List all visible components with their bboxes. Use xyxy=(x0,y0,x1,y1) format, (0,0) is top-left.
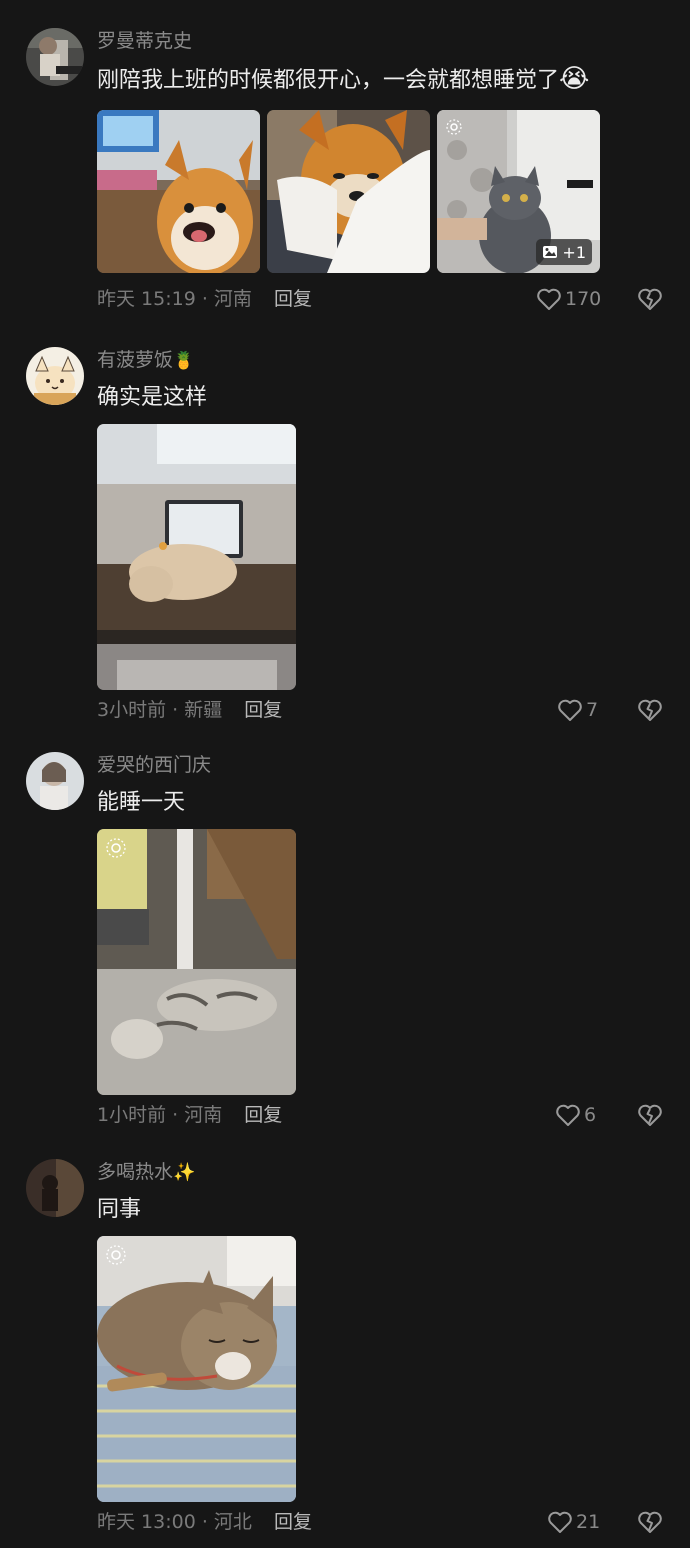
username[interactable]: 爱哭的西门庆 xyxy=(97,752,211,778)
comment-location: 河南 xyxy=(184,1104,223,1126)
avatar[interactable] xyxy=(26,1159,84,1217)
more-images-badge: +1 xyxy=(536,239,592,265)
broken-heart-icon xyxy=(638,1104,662,1126)
comment-image[interactable] xyxy=(97,110,260,273)
comment-meta: 昨天 13:00 · 河北 回复 xyxy=(97,1511,312,1533)
comment-image[interactable] xyxy=(97,1236,296,1502)
crying-face-emoji: 😭 xyxy=(559,64,590,94)
reply-button[interactable]: 回复 xyxy=(244,699,282,721)
dislike-button[interactable] xyxy=(637,698,663,726)
live-photo-icon xyxy=(446,119,462,135)
comment-text: 能睡一天 xyxy=(97,790,186,815)
heart-outline-icon xyxy=(558,699,582,721)
heart-outline-icon xyxy=(548,1511,572,1533)
reply-button[interactable]: 回复 xyxy=(274,1511,312,1533)
comment-image[interactable] xyxy=(267,110,430,273)
broken-heart-icon xyxy=(638,288,662,310)
broken-heart-icon xyxy=(638,699,662,721)
pineapple-emoji: 🍍 xyxy=(173,351,195,371)
avatar[interactable] xyxy=(26,347,84,405)
comment-image[interactable] xyxy=(97,829,296,1095)
like-count: 7 xyxy=(586,699,599,721)
comment-image[interactable]: +1 xyxy=(437,110,600,273)
username[interactable]: 有菠萝饭🍍 xyxy=(97,347,194,374)
comment-location: 河南 xyxy=(213,288,252,310)
comment-location: 新疆 xyxy=(184,699,223,721)
live-photo-icon xyxy=(106,838,126,858)
comment-time: 昨天 13:00 xyxy=(97,1511,196,1533)
comment-meta: 昨天 15:19 · 河南 回复 xyxy=(97,288,312,310)
like-button[interactable]: 21 xyxy=(547,1509,600,1535)
image-stack-icon xyxy=(543,246,558,258)
comment-image[interactable] xyxy=(97,424,296,690)
reply-button[interactable]: 回复 xyxy=(274,288,312,310)
like-button[interactable]: 170 xyxy=(536,286,601,312)
dislike-button[interactable] xyxy=(637,1103,663,1131)
heart-outline-icon xyxy=(556,1104,580,1126)
comment-time: 昨天 15:19 xyxy=(97,288,196,310)
comment-text: 同事 xyxy=(97,1197,142,1222)
sparkles-emoji: ✨ xyxy=(173,1162,196,1183)
broken-heart-icon xyxy=(638,1511,662,1533)
like-button[interactable]: 7 xyxy=(557,697,598,723)
username[interactable]: 罗曼蒂克史 xyxy=(97,28,192,54)
like-button[interactable]: 6 xyxy=(555,1102,596,1128)
like-count: 21 xyxy=(576,1511,601,1533)
reply-button[interactable]: 回复 xyxy=(244,1104,282,1126)
like-count: 6 xyxy=(584,1104,597,1126)
dislike-button[interactable] xyxy=(637,287,663,315)
avatar[interactable] xyxy=(26,28,84,86)
comment-time: 1小时前 xyxy=(97,1104,167,1126)
comment-meta: 3小时前 · 新疆 回复 xyxy=(97,699,283,721)
comment-location: 河北 xyxy=(213,1511,252,1533)
comment-text: 刚陪我上班的时候都很开心，一会就都想睡觉了😭 xyxy=(97,64,590,94)
comment-text: 确实是这样 xyxy=(97,385,208,410)
username[interactable]: 多喝热水✨ xyxy=(97,1159,195,1186)
live-photo-icon xyxy=(106,1245,126,1265)
comment-meta: 1小时前 · 河南 回复 xyxy=(97,1104,283,1126)
like-count: 170 xyxy=(565,288,602,310)
dislike-button[interactable] xyxy=(637,1510,663,1538)
comment-time: 3小时前 xyxy=(97,699,167,721)
avatar[interactable] xyxy=(26,752,84,810)
heart-outline-icon xyxy=(537,288,561,310)
